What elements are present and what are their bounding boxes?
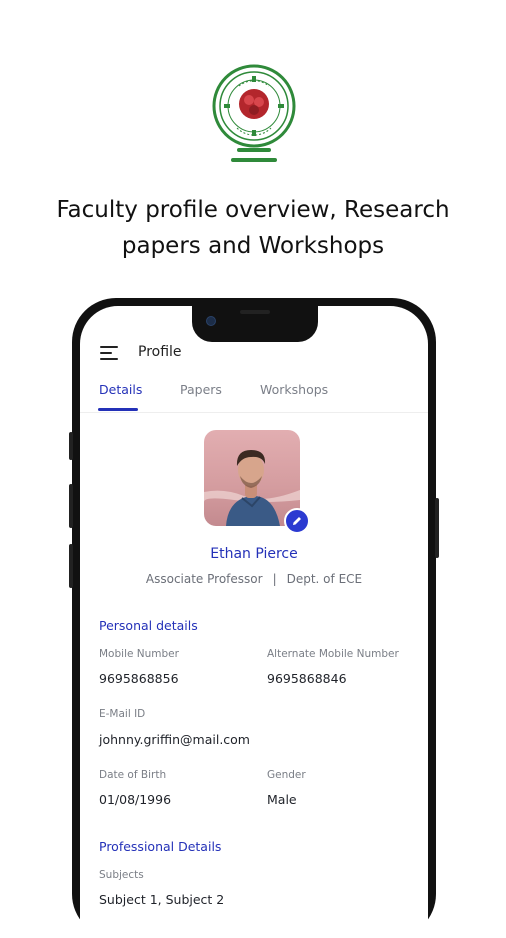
faculty-role-line: Associate Professor | Dept. of ECE <box>80 572 428 586</box>
hamburger-menu-icon[interactable] <box>100 346 118 360</box>
camera-icon <box>206 316 216 326</box>
subjects-label: Subjects <box>99 869 144 881</box>
tab-bar: Details Papers Workshops <box>80 378 428 413</box>
app-bar: Profile <box>80 340 428 366</box>
mobile-number-value: 9695868856 <box>99 671 179 686</box>
avatar <box>204 430 300 526</box>
faculty-name: Ethan Pierce <box>210 546 298 562</box>
phone-frame: Profile Details Papers Workshops Ethan P… <box>69 298 439 938</box>
headline-line-1: Faculty profile overview, Research <box>56 197 450 223</box>
profile-photo <box>204 450 300 526</box>
headline-line-2: papers and Workshops <box>121 233 385 259</box>
phone-side-button <box>69 484 73 528</box>
tab-workshops[interactable]: Workshops <box>260 382 328 397</box>
pencil-icon <box>293 517 301 525</box>
mobile-number-label: Mobile Number <box>99 648 179 660</box>
tab-details[interactable]: Details <box>99 382 142 397</box>
edit-photo-button[interactable] <box>284 508 310 534</box>
email-value: johnny.griffin@mail.com <box>99 732 250 747</box>
university-logo <box>212 64 296 162</box>
dob-value: 01/08/1996 <box>99 792 172 807</box>
tab-papers[interactable]: Papers <box>180 382 222 397</box>
marketing-headline: Faculty profile overview, Research paper… <box>0 192 506 264</box>
phone-side-button <box>69 544 73 588</box>
designation: Associate Professor <box>145 572 263 586</box>
dob-label: Date of Birth <box>99 769 167 781</box>
alt-mobile-number-label: Alternate Mobile Number <box>267 648 399 660</box>
phone-power-button <box>435 498 439 558</box>
role-separator: | <box>272 572 277 586</box>
professional-details-heading: Professional Details <box>99 839 222 854</box>
phone-notch <box>192 306 318 342</box>
personal-details-heading: Personal details <box>99 618 198 633</box>
profile-photo-container <box>204 430 310 534</box>
gender-value: Male <box>267 792 297 807</box>
page-title: Profile <box>138 344 182 360</box>
active-tab-indicator <box>98 408 138 411</box>
phone-screen: Profile Details Papers Workshops Ethan P… <box>80 306 428 938</box>
phone-side-button <box>69 432 73 460</box>
department: Dept. of ECE <box>286 572 363 586</box>
gender-label: Gender <box>267 769 306 781</box>
alt-mobile-number-value: 9695868846 <box>267 671 347 686</box>
email-label: E-Mail ID <box>99 708 146 720</box>
speaker-grille <box>240 310 270 314</box>
